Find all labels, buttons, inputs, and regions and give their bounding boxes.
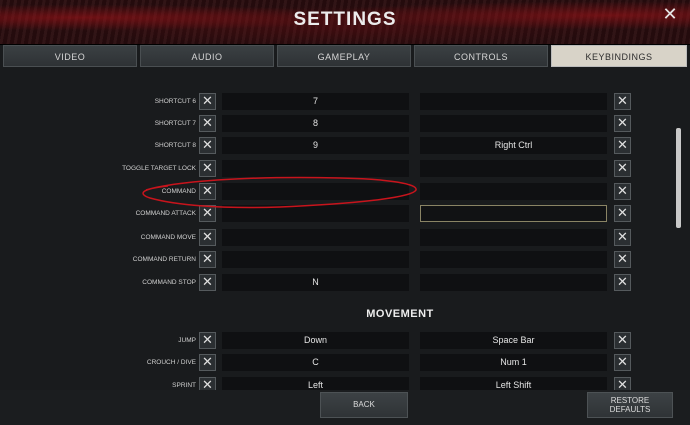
binding-label: SHORTCUT 8 [154,142,196,149]
binding-row: CROUCH / DIVE ✕ C Num 1 ✕ [0,354,690,371]
secondary-key-field[interactable]: Space Bar [420,332,607,349]
restore-defaults-button[interactable]: RESTORE DEFAULTS [587,392,673,418]
binding-label: COMMAND ATTACK [135,210,196,217]
clear-primary-icon[interactable]: ✕ [199,332,216,349]
secondary-key-field[interactable] [420,229,607,246]
binding-label: SPRINT [172,382,196,389]
binding-row: COMMAND ATTACK ✕ ✕ [0,205,690,222]
binding-row: COMMAND STOP ✕ N ✕ [0,274,690,291]
clear-secondary-icon[interactable]: ✕ [614,354,631,371]
clear-primary-icon[interactable]: ✕ [199,183,216,200]
clear-primary-icon[interactable]: ✕ [199,93,216,110]
primary-key-field[interactable]: Left [222,377,409,390]
binding-row: JUMP ✕ Down Space Bar ✕ [0,332,690,349]
tab-gameplay[interactable]: GAMEPLAY [277,45,411,67]
clear-secondary-icon[interactable]: ✕ [614,251,631,268]
clear-primary-icon[interactable]: ✕ [199,115,216,132]
secondary-key-field[interactable]: Left Shift [420,377,607,390]
tab-keybindings[interactable]: KEYBINDINGS [551,45,687,67]
section-heading-movement: MOVEMENT [366,308,434,320]
clear-primary-icon[interactable]: ✕ [199,229,216,246]
restore-label-line1: RESTORE [610,396,650,405]
primary-key-field[interactable] [222,251,409,268]
tab-video[interactable]: VIDEO [3,45,137,67]
close-icon[interactable]: ✕ [662,5,678,23]
secondary-key-field[interactable]: Right Ctrl [420,137,607,154]
primary-key-field[interactable]: 9 [222,137,409,154]
primary-key-field[interactable]: N [222,274,409,291]
clear-primary-icon[interactable]: ✕ [199,137,216,154]
clear-secondary-icon[interactable]: ✕ [614,93,631,110]
secondary-key-field[interactable]: Num 1 [420,354,607,371]
binding-label: JUMP [178,337,196,344]
clear-secondary-icon[interactable]: ✕ [614,332,631,349]
binding-label: COMMAND [161,188,196,195]
binding-row: SPRINT ✕ Left Left Shift ✕ [0,377,690,390]
scrollbar[interactable] [676,70,682,380]
primary-key-field[interactable]: Down [222,332,409,349]
page-title: SETTINGS [293,9,397,30]
binding-row: COMMAND RETURN ✕ ✕ [0,251,690,268]
binding-row: SHORTCUT 8 ✕ 9 Right Ctrl ✕ [0,137,690,154]
binding-label: SHORTCUT 6 [154,98,196,105]
binding-label: CROUCH / DIVE [146,359,196,366]
clear-secondary-icon[interactable]: ✕ [614,115,631,132]
clear-secondary-icon[interactable]: ✕ [614,205,631,222]
restore-label-line2: DEFAULTS [609,405,651,414]
binding-label: TOGGLE TARGET LOCK [122,165,196,172]
clear-primary-icon[interactable]: ✕ [199,274,216,291]
keybinding-list: SHORTCUT 6 ✕ 7 ✕ SHORTCUT 7 ✕ 8 ✕ SHORTC… [0,68,690,390]
primary-key-field[interactable] [222,229,409,246]
tab-audio[interactable]: AUDIO [140,45,274,67]
back-button[interactable]: BACK [320,392,408,418]
secondary-key-field[interactable] [420,93,607,110]
clear-primary-icon[interactable]: ✕ [199,205,216,222]
clear-primary-icon[interactable]: ✕ [199,160,216,177]
clear-primary-icon[interactable]: ✕ [199,377,216,390]
secondary-key-field-selected[interactable] [420,205,607,222]
binding-row: SHORTCUT 7 ✕ 8 ✕ [0,115,690,132]
secondary-key-field[interactable] [420,160,607,177]
primary-key-field[interactable] [222,160,409,177]
clear-primary-icon[interactable]: ✕ [199,354,216,371]
binding-label: COMMAND MOVE [140,234,196,241]
secondary-key-field[interactable] [420,251,607,268]
binding-label: COMMAND STOP [142,279,196,286]
header-banner: SETTINGS ✕ [0,0,690,45]
clear-secondary-icon[interactable]: ✕ [614,229,631,246]
binding-row: TOGGLE TARGET LOCK ✕ ✕ [0,160,690,177]
binding-label: COMMAND RETURN [132,256,196,263]
clear-secondary-icon[interactable]: ✕ [614,160,631,177]
tab-controls[interactable]: CONTROLS [414,45,548,67]
binding-row: COMMAND MOVE ✕ ✕ [0,229,690,246]
primary-key-field[interactable]: 8 [222,115,409,132]
primary-key-field[interactable]: 7 [222,93,409,110]
primary-key-field[interactable] [222,205,409,222]
clear-secondary-icon[interactable]: ✕ [614,137,631,154]
clear-secondary-icon[interactable]: ✕ [614,274,631,291]
clear-secondary-icon[interactable]: ✕ [614,183,631,200]
secondary-key-field[interactable] [420,183,607,200]
binding-label: SHORTCUT 7 [154,120,196,127]
tab-bar: VIDEO AUDIO GAMEPLAY CONTROLS KEYBINDING… [3,45,687,67]
scrollbar-thumb[interactable] [676,128,681,228]
binding-row: SHORTCUT 6 ✕ 7 ✕ [0,93,690,110]
secondary-key-field[interactable] [420,115,607,132]
clear-primary-icon[interactable]: ✕ [199,251,216,268]
primary-key-field[interactable] [222,183,409,200]
secondary-key-field[interactable] [420,274,607,291]
binding-row: COMMAND ✕ ✕ [0,183,690,200]
clear-secondary-icon[interactable]: ✕ [614,377,631,390]
primary-key-field[interactable]: C [222,354,409,371]
